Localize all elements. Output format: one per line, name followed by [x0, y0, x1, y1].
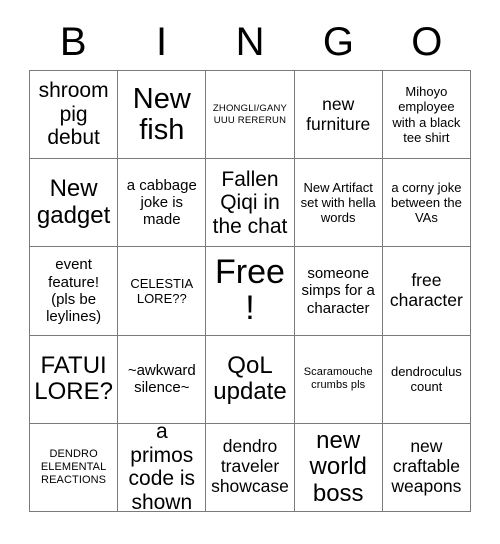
bingo-cell-label: Free!	[215, 253, 285, 327]
bingo-cell-label: Fallen Qiqi in the chat	[212, 167, 288, 238]
bingo-cell-label: new furniture	[306, 93, 371, 134]
bingo-cell[interactable]: QoL update	[206, 335, 295, 424]
bingo-cell-label: shroom pig debut	[38, 79, 109, 150]
bingo-cell-label: a primos code is shown	[128, 423, 196, 512]
bingo-cell[interactable]: new furniture	[294, 71, 383, 160]
bingo-cell-label: Mihoyo employee with a black tee shirt	[392, 83, 461, 145]
bingo-cell[interactable]: a corny joke between the VAs	[382, 159, 471, 248]
bingo-cell[interactable]: Scaramouche crumbs pls	[294, 335, 383, 424]
bingo-cell-label: a cabbage joke is made	[126, 176, 197, 229]
bingo-cell[interactable]: a cabbage joke is made	[118, 159, 207, 248]
bingo-cell-label: free character	[389, 270, 463, 310]
bingo-cell-label: New Artifact set with hella words	[300, 179, 376, 226]
bingo-cell[interactable]: dendro traveler showcase	[206, 423, 295, 512]
bingo-cell-label: dendroculus count	[390, 363, 462, 395]
bingo-cell-label: new craftable weapons	[391, 436, 462, 497]
bingo-cell-label: New gadget	[36, 175, 111, 229]
bingo-cell[interactable]: free character	[382, 247, 471, 336]
bingo-cell[interactable]: CELESTIA LORE??	[118, 247, 207, 336]
bingo-cell-label: FATUI LORE?	[34, 351, 113, 406]
bingo-cell[interactable]: someone simps for a character	[294, 247, 383, 336]
bingo-grid: shroom pig debut New fish ZHONGLI/GANYUUU …	[29, 70, 471, 512]
bingo-cell[interactable]: dendroculus count	[382, 335, 471, 424]
bingo-cell-label: someone simps for a character	[301, 264, 375, 317]
bingo-cell-label: ~awkward silence~	[127, 361, 196, 397]
bingo-header-letter-o: O	[411, 20, 443, 64]
bingo-cell[interactable]: DENDRO ELEMENTAL REACTIONS	[30, 423, 119, 512]
bingo-header-letter-i: I	[156, 20, 168, 64]
bingo-cell-label: event feature! (pls be leylines)	[46, 256, 102, 326]
bingo-cell-label: CELESTIA LORE??	[130, 275, 194, 306]
bingo-cell[interactable]: New fish	[118, 71, 207, 160]
bingo-cell[interactable]: ~awkward silence~	[118, 335, 207, 424]
bingo-cell-label: New fish	[132, 82, 191, 146]
bingo-cell[interactable]: New Artifact set with hella words	[294, 159, 383, 248]
bingo-cell-label: new world boss	[309, 426, 367, 507]
bingo-cell-label: a corny joke between the VAs	[390, 179, 462, 226]
bingo-cell-label: dendro traveler showcase	[211, 436, 289, 497]
bingo-header-letter-g: G	[322, 20, 354, 64]
bingo-cell[interactable]: FATUI LORE?	[30, 335, 119, 424]
bingo-cell-label: DENDRO ELEMENTAL REACTIONS	[40, 447, 107, 486]
bingo-cell[interactable]: Mihoyo employee with a black tee shirt	[382, 71, 471, 160]
bingo-cell[interactable]: event feature! (pls be leylines)	[30, 247, 119, 336]
bingo-cell[interactable]: Fallen Qiqi in the chat	[206, 159, 295, 248]
bingo-cell[interactable]: a primos code is shown	[118, 423, 207, 512]
bingo-cell-label: ZHONGLI/GANYUUU RERERUN	[212, 103, 288, 126]
bingo-cell-label: QoL update	[213, 351, 287, 406]
bingo-card: B I N G O shroom pig debut New fish ZHONGL…	[0, 0, 500, 544]
bingo-header-letter-b: B	[59, 20, 87, 64]
bingo-cell[interactable]: shroom pig debut	[30, 71, 119, 160]
bingo-cell[interactable]: ZHONGLI/GANYUUU RERERUN	[206, 71, 295, 160]
bingo-free-space[interactable]: Free!	[206, 247, 295, 336]
bingo-header-row: B I N G O	[29, 14, 471, 70]
bingo-cell[interactable]: new world boss	[294, 423, 383, 512]
bingo-cell[interactable]: new craftable weapons	[382, 423, 471, 512]
bingo-cell[interactable]: New gadget	[30, 159, 119, 248]
bingo-header-letter-n: N	[235, 20, 265, 64]
bingo-cell-label: Scaramouche crumbs pls	[303, 366, 373, 392]
